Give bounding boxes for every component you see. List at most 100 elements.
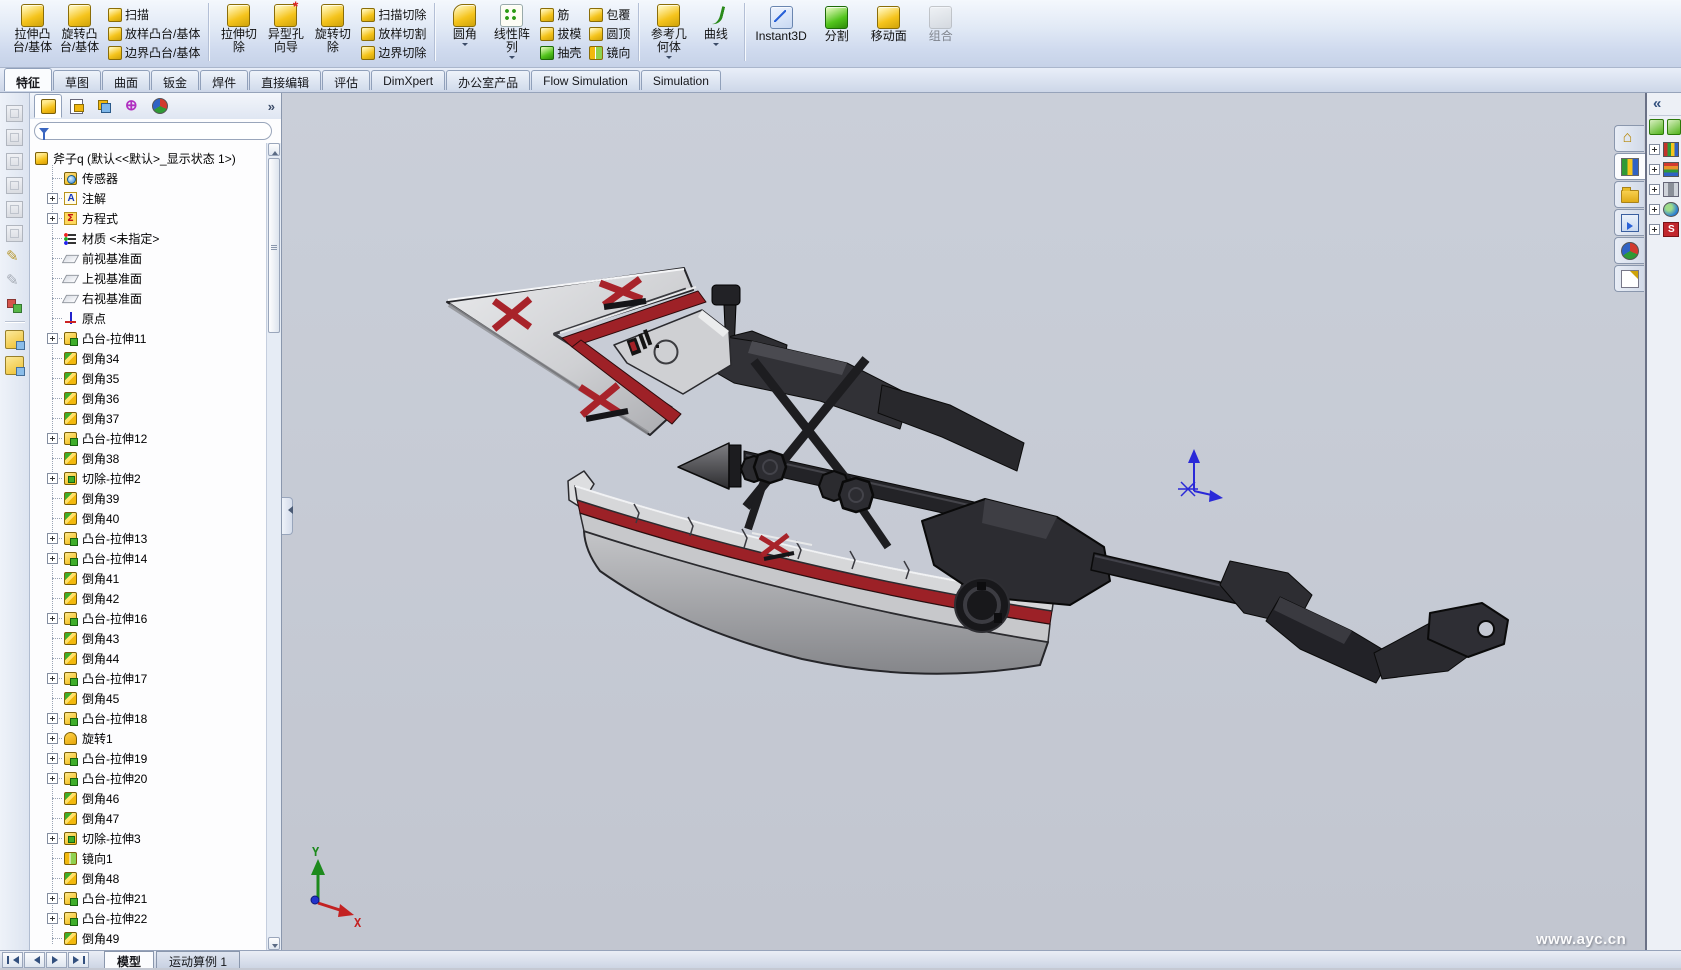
expand-toggle-icon[interactable] (47, 333, 58, 344)
wireframe-cube-icon[interactable] (6, 129, 23, 146)
expand-toggle-icon[interactable] (47, 913, 58, 924)
ribbon-button[interactable]: 包覆 (586, 5, 633, 24)
feature-tree-item[interactable]: 倒角45 (30, 688, 266, 708)
dropdown-caret-icon[interactable] (462, 43, 468, 49)
ribbon-button[interactable]: 曲线 (692, 2, 739, 49)
feature-tree-item[interactable]: 倒角48 (30, 868, 266, 888)
feature-tree-item[interactable]: 凸台-拉伸14 (30, 548, 266, 568)
ribbon-button[interactable]: 放样切割 (358, 24, 429, 43)
refresh-library-icon[interactable] (1667, 119, 1681, 135)
design-library-node[interactable] (1649, 159, 1679, 179)
feature-tree-item[interactable]: 倒角47 (30, 808, 266, 828)
feature-tree-item[interactable]: 注解 (30, 188, 266, 208)
ribbon-button[interactable]: 移动面 (863, 2, 915, 43)
design-library-tab[interactable] (1614, 153, 1645, 180)
feature-tree-item[interactable]: 凸台-拉伸13 (30, 528, 266, 548)
ribbon-button[interactable]: 线性阵列 (488, 2, 535, 62)
feature-tree-item[interactable]: 倒角39 (30, 488, 266, 508)
scroll-next-icon[interactable] (46, 952, 67, 968)
design-library-node[interactable] (1649, 179, 1679, 199)
scroll-down-icon[interactable] (268, 937, 280, 950)
feature-tree-item[interactable]: 切除-拉伸2 (30, 468, 266, 488)
feature-tree-item[interactable]: 倒角42 (30, 588, 266, 608)
tab-ribbon[interactable]: 办公室产品 (446, 70, 530, 90)
feature-tree-item[interactable]: 倒角38 (30, 448, 266, 468)
ribbon-button[interactable]: 镜向 (586, 43, 633, 62)
configuration-tab[interactable] (90, 94, 118, 118)
expand-toggle-icon[interactable] (1649, 184, 1660, 195)
ribbon-button[interactable]: 参考几何体 (645, 2, 692, 62)
feature-tree-item[interactable]: 右视基准面 (30, 288, 266, 308)
boss-window-icon[interactable] (5, 330, 24, 349)
home-tab[interactable] (1614, 125, 1644, 152)
feature-tree-scrollbar[interactable] (266, 143, 281, 950)
tab-ribbon[interactable]: 钣金 (151, 70, 199, 90)
expand-toggle-icon[interactable] (1649, 224, 1660, 235)
ribbon-button[interactable]: 边界凸台/基体 (105, 43, 203, 62)
wireframe-cube-icon[interactable] (6, 105, 23, 122)
panel-collapse-handle[interactable] (282, 497, 293, 535)
scroll-thumb[interactable] (268, 158, 280, 333)
ribbon-button[interactable]: 异型孔向导 (262, 2, 309, 54)
ribbon-button[interactable]: 筋 (537, 5, 584, 24)
ribbon-button[interactable]: 拉伸凸台/基体 (9, 2, 56, 54)
tab-ribbon[interactable]: 焊件 (200, 70, 248, 90)
scroll-last-icon[interactable] (68, 952, 89, 968)
ribbon-button[interactable]: 扫描切除 (358, 5, 429, 24)
feature-tree-item[interactable]: 凸台-拉伸18 (30, 708, 266, 728)
propertymanager-tab[interactable] (62, 94, 90, 118)
expand-toggle-icon[interactable] (47, 533, 58, 544)
ribbon-button[interactable]: 边界切除 (358, 43, 429, 62)
dropdown-caret-icon[interactable] (509, 56, 515, 62)
feature-tree-item[interactable]: 原点 (30, 308, 266, 328)
cut-window-icon[interactable] (5, 356, 24, 375)
scroll-first-icon[interactable] (2, 952, 23, 968)
feature-tree-root[interactable]: 斧子q (默认<<默认>_显示状态 1>) (30, 148, 266, 168)
expand-toggle-icon[interactable] (47, 613, 58, 624)
feature-tree-item[interactable]: 倒角34 (30, 348, 266, 368)
expand-toggle-icon[interactable] (47, 213, 58, 224)
feature-tree-item[interactable]: 倒角49 (30, 928, 266, 948)
feature-tree-item[interactable]: 倒角37 (30, 408, 266, 428)
expand-toggle-icon[interactable] (47, 193, 58, 204)
ribbon-button[interactable]: 圆角 (441, 2, 488, 49)
sketch-icon[interactable] (6, 249, 23, 266)
feature-tree-item[interactable]: 凸台-拉伸17 (30, 668, 266, 688)
ribbon-button[interactable]: 圆顶 (586, 24, 633, 43)
scroll-prev-icon[interactable] (24, 952, 45, 968)
model-axe[interactable] (447, 268, 1508, 683)
feature-tree-item[interactable]: 方程式 (30, 208, 266, 228)
appearances-tab[interactable] (1614, 237, 1644, 264)
feature-tree-item[interactable]: 前视基准面 (30, 248, 266, 268)
feature-tree-item[interactable]: 凸台-拉伸21 (30, 888, 266, 908)
file-explorer-tab[interactable] (1614, 181, 1644, 208)
ribbon-button[interactable]: 拔模 (537, 24, 584, 43)
tab-ribbon[interactable]: DimXpert (371, 70, 445, 90)
dropdown-caret-icon[interactable] (666, 56, 672, 62)
ribbon-button[interactable]: 放样凸台/基体 (105, 24, 203, 43)
expand-toggle-icon[interactable] (47, 713, 58, 724)
design-library-node[interactable] (1649, 139, 1679, 159)
design-library-node[interactable] (1649, 199, 1679, 219)
wireframe-cube-icon[interactable] (6, 153, 23, 170)
feature-tree-item[interactable]: 切除-拉伸3 (30, 828, 266, 848)
feature-tree-item[interactable]: 倒角35 (30, 368, 266, 388)
reorder-icon[interactable] (6, 297, 23, 314)
expand-toggle-icon[interactable] (47, 473, 58, 484)
expand-toggle-icon[interactable] (47, 673, 58, 684)
feature-tree-item[interactable]: 镜向1 (30, 848, 266, 868)
tab-ribbon[interactable]: 评估 (322, 70, 370, 90)
ribbon-button[interactable]: 旋转切除 (309, 2, 356, 54)
ribbon-button[interactable]: 拉伸切除 (215, 2, 262, 54)
expand-toggle-icon[interactable] (47, 433, 58, 444)
display-pane-tab[interactable] (146, 94, 174, 118)
featuremanager-tab[interactable] (34, 94, 62, 118)
feature-tree-item[interactable]: 倒角40 (30, 508, 266, 528)
ribbon-button[interactable]: 抽壳 (537, 43, 584, 62)
expand-toggle-icon[interactable] (1649, 164, 1660, 175)
task-pane-collapse-button[interactable]: « (1653, 95, 1661, 112)
add-sketch-icon[interactable] (6, 273, 23, 290)
tab-ribbon[interactable]: 草图 (53, 70, 101, 90)
feature-tree-item[interactable]: 倒角36 (30, 388, 266, 408)
feature-tree-item[interactable]: 凸台-拉伸12 (30, 428, 266, 448)
